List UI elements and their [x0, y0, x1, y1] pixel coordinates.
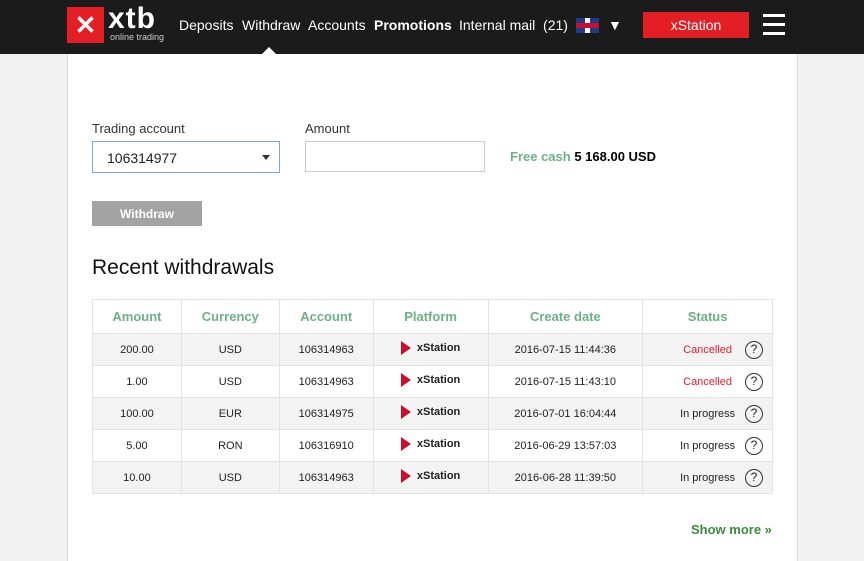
table-row: 10.00 USD 106314963 xStation 2016-06-28 11:3… [92, 461, 773, 494]
column-header: Create date [487, 299, 644, 334]
free-cash: Free cash 5 168.00 USD [510, 149, 656, 164]
status-cell: In progress? [642, 397, 773, 430]
nav-internal-mail[interactable]: Internal mail (21) [459, 17, 568, 33]
amount-label: Amount [305, 121, 350, 136]
table-cell: USD [180, 333, 280, 366]
free-cash-value: 5 168.00 USD [574, 149, 656, 164]
withdraw-button[interactable]: Withdraw [92, 201, 202, 226]
uk-flag-icon[interactable] [576, 18, 599, 33]
table-cell: USD [180, 461, 280, 494]
table-cell: 2016-07-15 11:44:36 [487, 333, 644, 366]
trading-account-label: Trading account [92, 121, 185, 136]
platform-name: xStation [416, 438, 461, 450]
status-cell: In progress? [642, 461, 773, 494]
status-text: In progress [680, 439, 736, 452]
trading-account-select[interactable]: 106314977 [92, 141, 280, 173]
table-cell: 2016-06-28 11:39:50 [487, 461, 644, 494]
status-cell: In progress? [642, 429, 773, 462]
table-cell: 106314963 [278, 333, 374, 366]
status-cell: Cancelled? [642, 333, 773, 366]
table-cell: 106314963 [278, 461, 374, 494]
top-bar: ✕ xtb online trading Deposits Withdraw A… [0, 0, 864, 54]
column-header: Status [642, 299, 773, 334]
nav-accounts[interactable]: Accounts [308, 17, 366, 33]
platform-name: xStation [416, 342, 461, 354]
table-row: 100.00 EUR 106314975 xStation 2016-07-01 16:… [92, 397, 773, 430]
help-icon[interactable]: ? [745, 373, 763, 391]
table-cell: EUR [180, 397, 280, 430]
platform-name: xStation [416, 406, 461, 418]
platform: xStation [400, 341, 461, 355]
withdrawals-table: Amount Currency Account Platform Create date… [92, 299, 773, 494]
table-cell: 200.00 [92, 333, 182, 366]
xstation-button[interactable]: xStation [643, 12, 749, 38]
table-cell: 106314963 [278, 365, 374, 398]
column-header: Currency [180, 299, 280, 334]
platform: xStation [400, 405, 461, 419]
help-icon[interactable]: ? [745, 341, 763, 359]
platform: xStation [400, 469, 461, 483]
column-header: Account [278, 299, 374, 334]
platform: xStation [400, 437, 461, 451]
xtb-logo-icon[interactable]: ✕ [67, 7, 104, 43]
table-cell: 10.00 [92, 461, 182, 494]
xstation-icon [400, 373, 411, 387]
xstation-icon [400, 437, 411, 451]
column-header: Platform [372, 299, 489, 334]
table-cell: 2016-06-29 13:57:03 [487, 429, 644, 462]
xstation-icon [400, 405, 411, 419]
platform-cell: xStation [372, 461, 489, 494]
recent-withdrawals-title: Recent withdrawals [92, 256, 275, 279]
status-text: In progress [680, 407, 736, 420]
nav-withdraw[interactable]: Withdraw [242, 17, 300, 33]
platform-cell: xStation [372, 365, 489, 398]
table-row: 1.00 USD 106314963 xStation 2016-07-15 11:43… [92, 365, 773, 398]
column-header: Amount [92, 299, 182, 334]
nav-deposits[interactable]: Deposits [179, 17, 233, 33]
selected-account: 106314977 [107, 150, 178, 166]
platform-name: xStation [416, 470, 461, 482]
status-text: In progress [680, 471, 736, 484]
help-icon[interactable]: ? [745, 469, 763, 487]
status-cell: Cancelled? [642, 365, 773, 398]
status-text: Cancelled [683, 343, 733, 356]
table-cell: 106314975 [278, 397, 374, 430]
help-icon[interactable]: ? [745, 405, 763, 423]
xstation-icon [400, 469, 411, 483]
menu-icon[interactable] [763, 14, 785, 41]
table-cell: USD [180, 365, 280, 398]
brand-subtitle: online trading [110, 32, 165, 42]
active-nav-indicator [262, 47, 276, 54]
table-cell: 2016-07-01 16:04:44 [487, 397, 644, 430]
table-cell: 2016-07-15 11:43:10 [487, 365, 644, 398]
table-cell: 1.00 [92, 365, 182, 398]
brand-name: xtb [108, 2, 156, 35]
platform-cell: xStation [372, 333, 489, 366]
nav-promotions[interactable]: Promotions [374, 17, 452, 33]
platform-cell: xStation [372, 397, 489, 430]
status-text: Cancelled [683, 375, 733, 388]
xstation-icon [400, 341, 411, 355]
amount-input[interactable] [305, 141, 485, 172]
table-cell: 106316910 [278, 429, 374, 462]
chevron-down-icon [262, 155, 270, 160]
table-cell: 100.00 [92, 397, 182, 430]
table-row: 200.00 USD 106314963 xStation 2016-07-15 11:… [92, 333, 773, 366]
platform: xStation [400, 373, 461, 387]
table-cell: 5.00 [92, 429, 182, 462]
free-cash-label: Free cash [510, 149, 571, 164]
language-dropdown-icon[interactable]: ▼ [608, 17, 622, 33]
table-row: 5.00 RON 106316910 xStation 2016-06-29 13:57… [92, 429, 773, 462]
help-icon[interactable]: ? [745, 437, 763, 455]
table-cell: RON [180, 429, 280, 462]
platform-cell: xStation [372, 429, 489, 462]
show-more-link[interactable]: Show more » [691, 522, 772, 537]
platform-name: xStation [416, 374, 461, 386]
